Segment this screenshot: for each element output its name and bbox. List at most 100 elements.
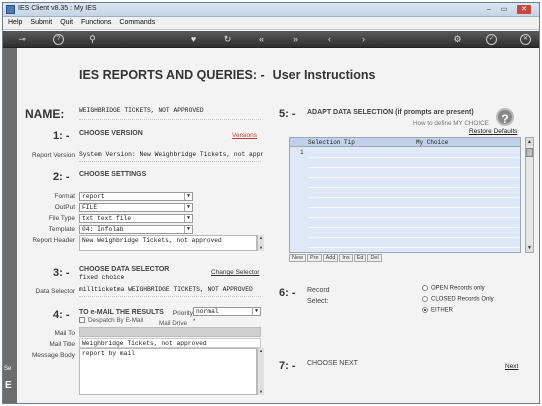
next-link[interactable]: Next <box>505 363 518 370</box>
header-scrollbar[interactable]: ▲ ▼ <box>257 235 264 251</box>
report-header-input[interactable]: New Weighbridge Tickets, not approved <box>79 235 257 251</box>
report-version-value: System Version: New Weighbridge Tickets,… <box>79 151 263 158</box>
priority-label: Priority <box>172 310 193 317</box>
message-body-scrollbar[interactable]: ▲ ▼ <box>257 348 264 395</box>
despatch-label: Despatch By E-Mail <box>88 317 144 324</box>
template-select[interactable]: 04: Infolab ▼ <box>79 225 193 234</box>
scroll-down-icon[interactable]: ▼ <box>258 389 264 395</box>
format-select[interactable]: report ▼ <box>79 192 193 201</box>
menu-quit[interactable]: Quit <box>55 17 76 26</box>
restore-defaults-link[interactable]: Restore Defaults <box>469 128 517 135</box>
refresh-icon[interactable]: ↻ <box>222 34 233 45</box>
app-window: IES Client v8.35 : My IES – ▭ ✕ Help Subm… <box>2 2 540 404</box>
checkbox-icon <box>79 317 85 324</box>
settings-icon[interactable]: ⚙ <box>452 34 463 45</box>
chevron-down-icon: ▼ <box>184 193 192 200</box>
format-label: Format <box>54 193 75 200</box>
section-2-number: 2: - <box>53 171 70 183</box>
grid-ins-button[interactable]: Ins <box>339 254 353 262</box>
grid-row-divider <box>308 207 520 208</box>
main-content: IES REPORTS AND QUERIES: - User Instructi… <box>17 48 539 403</box>
search-icon[interactable]: ⚲ <box>87 34 98 45</box>
section-2-title: CHOOSE SETTINGS <box>79 171 147 178</box>
check-icon[interactable]: ✓ <box>486 34 497 45</box>
grid-pre-button[interactable]: Pre <box>307 254 322 262</box>
radio-closed-records[interactable]: CLOSED Records Only <box>422 296 494 303</box>
output-select[interactable]: FILE ▼ <box>79 203 193 212</box>
template-value: 04: Infolab <box>82 226 124 233</box>
page-title-main: IES REPORTS AND QUERIES: - <box>79 68 265 82</box>
despatch-checkbox[interactable]: Despatch By E-Mail <box>79 317 143 324</box>
report-version-label: Report Version <box>32 152 75 159</box>
rewind-icon[interactable]: « <box>256 34 267 45</box>
forward-icon[interactable]: › <box>358 34 369 45</box>
key-icon[interactable]: ⊸ <box>13 34 31 45</box>
divider <box>79 296 261 297</box>
message-body-input[interactable]: report by mail <box>79 348 257 395</box>
grid-scrollbar[interactable]: ▲ ▼ <box>525 137 534 253</box>
menu-submit[interactable]: Submit <box>25 17 55 26</box>
menu-help[interactable]: Help <box>3 17 25 26</box>
fast-forward-icon[interactable]: » <box>290 34 301 45</box>
grid-edit-button[interactable]: Ed <box>353 254 367 262</box>
row-number: 1 <box>300 149 304 156</box>
radio-either-label: EITHER <box>431 307 454 314</box>
section-1-number: 1: - <box>53 130 70 142</box>
section-7-title: CHOOSE NEXT <box>307 360 358 367</box>
message-body-label: Message Body <box>32 352 75 359</box>
back-icon[interactable]: ‹ <box>324 34 335 45</box>
data-selector-label: Data Selector <box>35 288 75 295</box>
maximize-button[interactable]: ▭ <box>498 5 510 14</box>
section-5-number: 5: - <box>279 108 296 120</box>
divider <box>79 119 261 120</box>
help-icon[interactable]: ? <box>53 34 64 45</box>
format-value: report <box>82 193 105 200</box>
window-title: IES Client v8.35 : My IES <box>18 5 97 12</box>
chevron-down-icon: ▼ <box>184 204 192 211</box>
mail-to-input[interactable] <box>79 327 261 337</box>
grid-new-button[interactable]: New <box>289 254 307 262</box>
scroll-up-icon[interactable]: ▲ <box>258 348 264 354</box>
menu-commands[interactable]: Commands <box>114 17 158 26</box>
close-window-button[interactable]: ✕ <box>517 5 531 14</box>
change-selector-link[interactable]: Change Selector <box>211 269 259 276</box>
minimize-button[interactable]: – <box>483 5 495 14</box>
section-6-number: 6: - <box>279 287 296 299</box>
radio-icon <box>422 296 428 302</box>
grid-row-divider <box>308 247 520 248</box>
menu-functions[interactable]: Functions <box>76 17 114 26</box>
filetype-select[interactable]: txt text file ▼ <box>79 214 193 223</box>
section-1-title: CHOOSE VERSION <box>79 130 143 137</box>
grid-row-divider <box>308 197 520 198</box>
mail-title-label: Mail Title <box>49 341 75 348</box>
section-5-title: ADAPT DATA SELECTION (if prompts are pre… <box>307 109 474 116</box>
radio-either[interactable]: EITHER <box>422 307 453 314</box>
filetype-label: File Type <box>48 215 75 222</box>
scroll-down-icon[interactable]: ▼ <box>258 245 264 251</box>
grid-delete-button[interactable]: Del <box>367 254 382 262</box>
close-icon[interactable]: ✕ <box>520 34 531 45</box>
grid-add-button[interactable]: Add <box>322 254 339 262</box>
priority-select[interactable]: normal ▼ <box>193 307 261 316</box>
help-circle-icon[interactable]: ? <box>496 108 514 126</box>
column-header-my-choice: My Choice <box>416 139 449 146</box>
page-title: IES REPORTS AND QUERIES: - User Instructi… <box>79 68 375 82</box>
versions-link[interactable]: Versions <box>232 132 257 139</box>
chevron-down-icon: ▼ <box>184 226 192 233</box>
scroll-up-icon[interactable]: ▲ <box>526 138 533 146</box>
output-value: FILE <box>82 204 98 211</box>
scroll-up-icon[interactable]: ▲ <box>258 235 264 241</box>
toolbar: ⊸ ? ⚲ ♥ ↻ « » ‹ › ⚙ ✓ ✕ <box>3 31 539 48</box>
heart-icon[interactable]: ♥ <box>188 34 199 45</box>
how-to-define-text: How to define MY CHOICE <box>413 120 489 127</box>
section-7-number: 7: - <box>279 360 296 372</box>
record-label: Record <box>307 287 330 294</box>
left-panel-strip: Se E <box>3 48 17 403</box>
selection-grid[interactable]: Selection Tip My Choice 1 <box>289 137 521 253</box>
radio-open-label: OPEN Records only <box>431 285 485 292</box>
scroll-down-icon[interactable]: ▼ <box>526 244 533 252</box>
scroll-thumb[interactable] <box>526 148 533 157</box>
divider <box>79 161 261 162</box>
mail-title-input[interactable]: Weighbridge Tickets, not approved <box>79 338 261 348</box>
radio-open-records[interactable]: OPEN Records only <box>422 285 485 292</box>
